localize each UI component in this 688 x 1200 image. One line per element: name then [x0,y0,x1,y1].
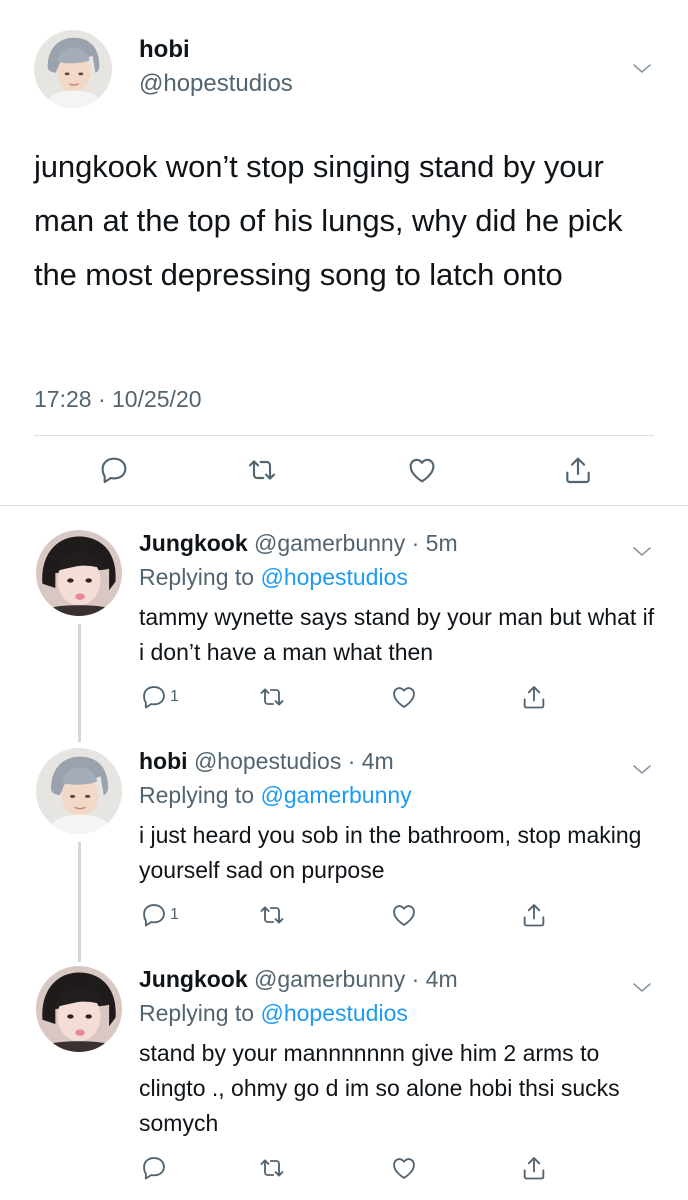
replying-label: Replying to [139,782,261,808]
reply-header: Jungkook @gamerbunny · 4m [139,966,458,993]
tweet-timestamp[interactable]: 17:28 · 10/25/20 [34,386,202,413]
reply-header: Jungkook @gamerbunny · 5m [139,530,458,557]
chevron-down-icon[interactable] [630,976,654,1000]
like-icon[interactable] [390,901,418,929]
reply-time: · 5m [405,530,458,556]
retweet-icon[interactable] [258,683,286,711]
reply-icon[interactable] [98,454,130,486]
avatar[interactable] [36,530,122,616]
share-icon[interactable] [520,683,548,711]
reply-count: 1 [170,688,179,705]
retweet-icon[interactable] [258,1154,286,1182]
replying-to: Replying to @hopestudios [139,1000,408,1027]
reply-tweet[interactable]: Jungkook @gamerbunny · 5m Replying to @h… [0,530,688,740]
avatar[interactable] [36,748,122,834]
replying-label: Replying to [139,1000,261,1026]
reply-count: 1 [170,906,179,923]
author-handle[interactable]: @gamerbunny [254,530,405,556]
divider [0,505,688,506]
like-icon[interactable] [406,454,438,486]
author-handle[interactable]: @hopestudios [194,748,341,774]
author-handle[interactable]: @gamerbunny [254,966,405,992]
reply-text: i just heard you sob in the bathroom, st… [139,822,642,883]
author-name[interactable]: hobi [139,36,190,64]
main-tweet: hobi @hopestudios jungkook won’t stop si… [0,0,688,505]
author-name[interactable]: Jungkook [139,966,248,992]
avatar[interactable] [34,30,112,108]
retweet-icon[interactable] [246,454,278,486]
divider [34,435,654,436]
share-icon[interactable] [562,454,594,486]
reply-time: · 4m [405,966,458,992]
avatar[interactable] [36,966,122,1052]
replying-label: Replying to [139,564,261,590]
author-name[interactable]: hobi [139,748,188,774]
tweet-text: jungkook won’t stop singing stand by you… [34,149,623,292]
like-icon[interactable] [390,1154,418,1182]
replying-to: Replying to @gamerbunny [139,782,412,809]
author-name[interactable]: Jungkook [139,530,248,556]
reply-icon[interactable] [140,683,168,711]
mention-link[interactable]: @hopestudios [260,564,407,590]
mention-link[interactable]: @hopestudios [260,1000,407,1026]
reply-tweet[interactable]: Jungkook @gamerbunny · 4m Replying to @h… [0,966,688,1200]
chevron-down-icon[interactable] [630,758,654,782]
like-icon[interactable] [390,683,418,711]
replying-to: Replying to @hopestudios [139,564,408,591]
reply-icon[interactable] [140,901,168,929]
author-handle[interactable]: @hopestudios [139,70,293,98]
share-icon[interactable] [520,1154,548,1182]
chevron-down-icon[interactable] [630,540,654,564]
reply-header: hobi @hopestudios · 4m [139,748,394,775]
reply-tweet[interactable]: hobi @hopestudios · 4m Replying to @game… [0,748,688,958]
retweet-icon[interactable] [258,901,286,929]
chevron-down-icon[interactable] [630,57,654,81]
reply-text: stand by your mannnnnnn give him 2 arms … [139,1040,620,1136]
reply-text: tammy wynette says stand by your man but… [139,604,655,665]
reply-icon[interactable] [140,1154,168,1182]
share-icon[interactable] [520,901,548,929]
mention-link[interactable]: @gamerbunny [260,782,411,808]
reply-time: · 4m [341,748,394,774]
